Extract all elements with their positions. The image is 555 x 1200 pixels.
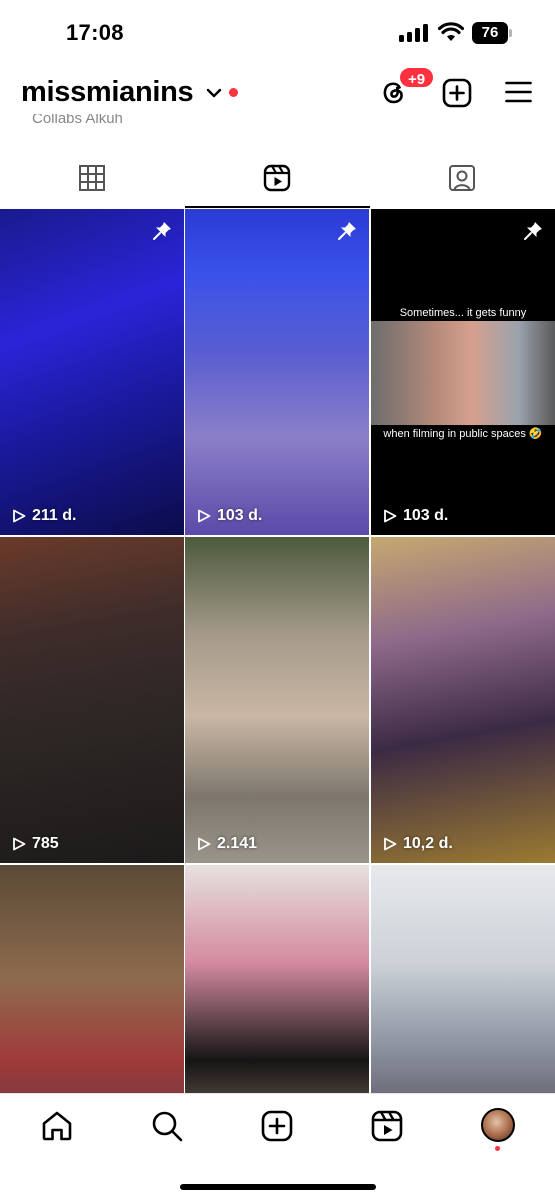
play-icon [384, 509, 397, 523]
profile-header: missmianins +9 Collabs Alkuh [0, 62, 555, 126]
tab-reels[interactable] [185, 150, 370, 208]
battery-level: 76 [472, 22, 508, 44]
create-icon [261, 1110, 293, 1142]
view-count-label: 103 d. [403, 507, 449, 524]
play-icon [198, 837, 211, 851]
view-count-label: 785 [32, 835, 59, 852]
search-icon [152, 1111, 183, 1142]
view-count: 785 [12, 835, 59, 853]
nav-create[interactable] [260, 1109, 294, 1143]
notification-dot [229, 88, 238, 97]
view-count: 103 d. [197, 507, 262, 525]
reel-caption-top: Sometimes... it gets funny [399, 307, 527, 319]
view-count-label: 10,2 d. [403, 835, 453, 852]
tab-posts[interactable] [0, 150, 185, 208]
profile-tabs [0, 150, 555, 208]
status-bar: 17:08 76 [0, 0, 555, 62]
play-icon [384, 837, 397, 851]
pin-icon [153, 222, 171, 240]
nav-home[interactable] [40, 1109, 74, 1143]
nav-reels[interactable] [370, 1109, 404, 1143]
reel-thumbnail[interactable] [185, 865, 369, 1093]
status-time: 17:08 [66, 20, 124, 45]
view-count: 2.141 [197, 835, 257, 853]
pin-icon [524, 222, 542, 240]
battery-cap [509, 29, 512, 37]
reel-thumbnail[interactable]: Sometimes... it gets funny when filming … [371, 209, 555, 535]
reels-grid: 211 d. 103 d. Sometimes... it gets funny… [0, 209, 555, 1093]
view-count: 103 d. [383, 507, 448, 525]
play-icon [198, 509, 211, 523]
profile-notification-dot [495, 1146, 500, 1151]
reel-thumbnail[interactable]: 103 d. [185, 209, 369, 535]
grid-icon [79, 165, 105, 191]
pin-icon [338, 222, 356, 240]
reels-icon [263, 164, 291, 192]
threads-notification-badge: +9 [398, 66, 436, 89]
cellular-signal-icon [399, 24, 429, 42]
reel-thumbnail[interactable]: 211 d. [0, 209, 184, 535]
reel-thumbnail[interactable]: 2.141 [185, 537, 369, 863]
reels-icon [371, 1110, 403, 1142]
view-count-label: 103 d. [217, 507, 263, 524]
wifi-icon [438, 22, 464, 41]
view-count-label: 2.141 [217, 835, 258, 852]
view-count: 10,2 d. [383, 835, 453, 853]
reel-photo [371, 321, 555, 425]
reel-thumbnail[interactable]: 785 [0, 537, 184, 863]
play-icon [13, 509, 26, 523]
reel-thumbnail[interactable] [371, 865, 555, 1093]
battery-indicator: 76 [472, 22, 512, 44]
tagged-icon [449, 165, 475, 191]
reel-thumbnail[interactable]: 10,2 d. [371, 537, 555, 863]
reel-caption-bottom: when filming in public spaces 🤣 [383, 428, 543, 440]
chevron-down-icon[interactable] [205, 84, 223, 102]
home-icon [42, 1111, 72, 1141]
menu-icon[interactable] [505, 80, 532, 104]
home-indicator [180, 1184, 376, 1190]
account-switcher-username[interactable]: missmianins [21, 76, 194, 109]
play-icon [13, 837, 26, 851]
new-post-icon[interactable] [442, 78, 472, 108]
profile-avatar[interactable] [481, 1108, 515, 1142]
view-count: 211 d. [12, 507, 76, 525]
tab-tagged[interactable] [370, 150, 555, 208]
reel-thumbnail[interactable] [0, 865, 184, 1093]
nav-search[interactable] [150, 1109, 184, 1143]
view-count-label: 211 d. [32, 507, 77, 524]
scrolled-content-cutoff: Collabs Alkuh [32, 114, 123, 124]
